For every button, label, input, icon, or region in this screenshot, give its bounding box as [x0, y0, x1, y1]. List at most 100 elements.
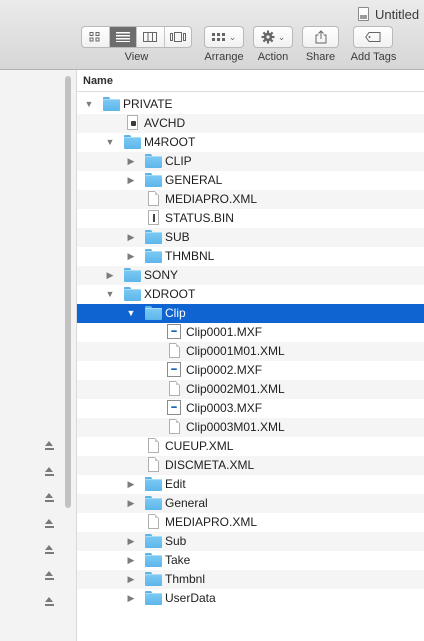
icon-view-button[interactable] — [82, 27, 110, 47]
file-row[interactable]: CUEUP.XML — [77, 437, 424, 456]
file-row[interactable]: Clip0003M01.XML — [77, 418, 424, 437]
folder-row[interactable]: ▶ SUB — [77, 228, 424, 247]
share-label: Share — [305, 51, 336, 63]
document-icon — [145, 191, 162, 206]
disclosure-closed-icon[interactable]: ▶ — [126, 589, 136, 608]
add-tags-button[interactable] — [353, 26, 393, 48]
row-name: General — [165, 496, 208, 510]
document-icon — [145, 438, 162, 453]
row-name: SONY — [144, 268, 179, 282]
document-icon — [166, 343, 183, 358]
disclosure-open-icon[interactable]: ▼ — [84, 95, 94, 114]
folder-icon — [145, 534, 162, 548]
name-column-header[interactable]: Name — [77, 70, 424, 92]
file-row[interactable]: STATUS.BIN — [77, 209, 424, 228]
file-row[interactable]: AVCHD — [77, 114, 424, 133]
action-button[interactable]: ⌄ — [253, 26, 293, 48]
folder-row[interactable]: ▶ THMBNL — [77, 247, 424, 266]
toolbar: Untitled View ⌄ Arrange ⌄ Action Share A… — [0, 0, 424, 70]
folder-row[interactable]: ▶ CLIP — [77, 152, 424, 171]
folder-row[interactable]: ▶ Take — [77, 551, 424, 570]
folder-icon — [145, 173, 162, 187]
row-name: DISCMETA.XML — [165, 458, 255, 472]
disclosure-closed-icon[interactable]: ▶ — [126, 152, 136, 171]
disclosure-closed-icon[interactable]: ▶ — [126, 494, 136, 513]
sidebar — [0, 70, 77, 641]
disclosure-open-icon[interactable]: ▼ — [126, 304, 136, 323]
eject-icon[interactable] — [44, 519, 55, 529]
document-icon — [358, 7, 369, 21]
disclosure-closed-icon[interactable]: ▶ — [126, 247, 136, 266]
arrange-button[interactable]: ⌄ — [204, 26, 244, 48]
add-tags-label: Add Tags — [350, 51, 397, 63]
folder-row[interactable]: ▶ Edit — [77, 475, 424, 494]
eject-icon[interactable] — [44, 545, 55, 555]
folder-row[interactable]: ▼ Clip — [77, 304, 424, 323]
disclosure-open-icon[interactable]: ▼ — [105, 133, 115, 152]
folder-row[interactable]: ▶ GENERAL — [77, 171, 424, 190]
mxf-file-icon: ▬ — [166, 362, 183, 377]
folder-row[interactable]: ▼ M4ROOT — [77, 133, 424, 152]
folder-row[interactable]: ▶ Sub — [77, 532, 424, 551]
folder-icon — [145, 553, 162, 567]
view-mode-control — [81, 26, 192, 48]
folder-row[interactable]: ▼ PRIVATE — [77, 95, 424, 114]
row-name: Clip0002M01.XML — [186, 382, 285, 396]
disclosure-open-icon[interactable]: ▼ — [105, 285, 115, 304]
row-name: XDROOT — [144, 287, 196, 301]
file-row[interactable]: MEDIAPRO.XML — [77, 190, 424, 209]
row-name: AVCHD — [144, 116, 186, 130]
disclosure-closed-icon[interactable]: ▶ — [126, 570, 136, 589]
row-name: Clip — [165, 306, 186, 320]
row-name: UserData — [165, 591, 216, 605]
eject-icon[interactable] — [44, 571, 55, 581]
row-name: CUEUP.XML — [165, 439, 234, 453]
row-name: Thmbnl — [165, 572, 206, 586]
folder-row[interactable]: ▶ SONY — [77, 266, 424, 285]
file-row[interactable]: DISCMETA.XML — [77, 456, 424, 475]
eject-icon[interactable] — [44, 493, 55, 503]
mxf-file-icon: ▬ — [166, 324, 183, 339]
row-name: SUB — [165, 230, 190, 244]
file-row[interactable]: ▬ Clip0002.MXF — [77, 361, 424, 380]
disclosure-closed-icon[interactable]: ▶ — [126, 532, 136, 551]
folder-row[interactable]: ▶ Thmbnl — [77, 570, 424, 589]
file-row[interactable]: Clip0001M01.XML — [77, 342, 424, 361]
cover-flow-button[interactable] — [165, 27, 192, 47]
row-name: Edit — [165, 477, 186, 491]
disclosure-closed-icon[interactable]: ▶ — [126, 171, 136, 190]
share-button[interactable] — [302, 26, 339, 48]
column-view-button[interactable] — [137, 27, 165, 47]
folder-row[interactable]: ▶ UserData — [77, 589, 424, 608]
file-row[interactable]: ▬ Clip0003.MXF — [77, 399, 424, 418]
row-name: THMBNL — [165, 249, 215, 263]
row-name: Clip0003.MXF — [186, 401, 263, 415]
eject-icon[interactable] — [44, 467, 55, 477]
sidebar-scrollbar[interactable] — [65, 76, 71, 508]
gear-icon — [261, 30, 275, 44]
file-row[interactable]: Clip0002M01.XML — [77, 380, 424, 399]
eject-icon[interactable] — [44, 597, 55, 607]
list-view-button[interactable] — [109, 27, 137, 47]
disclosure-closed-icon[interactable]: ▶ — [126, 228, 136, 247]
row-name: Take — [165, 553, 191, 567]
file-row[interactable]: ▬ Clip0001.MXF — [77, 323, 424, 342]
disclosure-closed-icon[interactable]: ▶ — [126, 551, 136, 570]
folder-icon — [145, 477, 162, 491]
row-name: Clip0001.MXF — [186, 325, 263, 339]
mxf-file-icon: ▬ — [166, 400, 183, 415]
disclosure-closed-icon[interactable]: ▶ — [126, 475, 136, 494]
eject-icon[interactable] — [44, 441, 55, 451]
folder-icon — [145, 154, 162, 168]
icon-view-icon — [89, 32, 100, 42]
view-label: View — [124, 51, 149, 63]
file-row[interactable]: MEDIAPRO.XML — [77, 513, 424, 532]
folder-row[interactable]: ▼ XDROOT — [77, 285, 424, 304]
folder-row[interactable]: ▶ General — [77, 494, 424, 513]
row-name: Clip0001M01.XML — [186, 344, 285, 358]
chevron-down-icon: ⌄ — [277, 31, 286, 42]
row-name: Clip0003M01.XML — [186, 420, 285, 434]
folder-icon — [124, 287, 141, 301]
document-icon — [145, 514, 162, 529]
disclosure-closed-icon[interactable]: ▶ — [105, 266, 115, 285]
